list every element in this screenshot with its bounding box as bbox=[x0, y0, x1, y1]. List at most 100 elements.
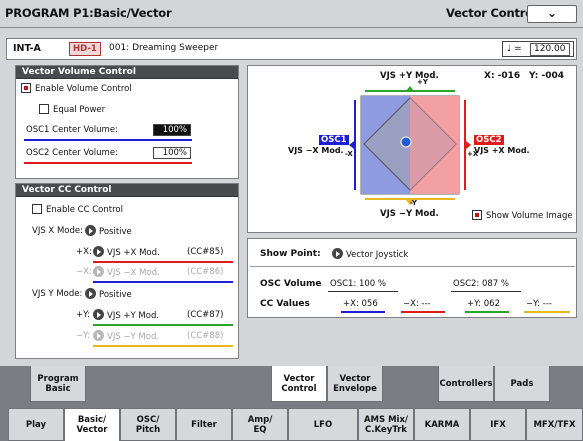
vjs-x-mode-select[interactable]: Positive bbox=[85, 225, 132, 237]
osc2-tag: OSC2 bbox=[474, 135, 504, 145]
vjs-x-mode-label: VJS X Mode: bbox=[32, 226, 83, 236]
x-plus-cc: (CC#85) bbox=[187, 247, 224, 257]
tab-controllers[interactable]: Controllers bbox=[438, 366, 494, 402]
x-plus-select[interactable]: VJS +X Mod. bbox=[93, 246, 160, 258]
divider bbox=[250, 266, 575, 267]
tab-vector-control-line1: Vector bbox=[283, 373, 315, 384]
group-tab-lfo[interactable]: LFO bbox=[288, 408, 358, 441]
page-menu-button[interactable]: ⌄ bbox=[527, 5, 577, 23]
tab-program-basic[interactable]: Program Basic bbox=[30, 366, 86, 402]
enable-volume-checkbox[interactable]: Enable Volume Control bbox=[21, 83, 132, 94]
group-tab-ifx-label: IFX bbox=[490, 419, 506, 430]
osc2-readout-underline bbox=[451, 291, 521, 292]
group-tab-basic-vector[interactable]: Basic/Vector bbox=[64, 408, 120, 441]
group-tab-ams-mix[interactable]: AMS Mix/C.KeyTrk bbox=[358, 408, 414, 441]
y-minus-select[interactable]: VJS −Y Mod. bbox=[93, 330, 159, 342]
vjs-plus-x-label: VJS +X Mod. bbox=[474, 146, 530, 155]
cc-x-minus-readout: −X: --- bbox=[403, 299, 431, 309]
y-minus-cc: (CC#88) bbox=[187, 331, 224, 341]
hd-badge: HD-1 bbox=[69, 42, 101, 56]
y-minus-underline bbox=[93, 345, 233, 347]
group-tab-osc-pitch[interactable]: OSC/Pitch bbox=[120, 408, 176, 441]
tab-pads-label: Pads bbox=[510, 378, 534, 389]
osc2-center-volume-field[interactable]: 100% bbox=[153, 147, 191, 159]
readout-panel: Show Point: Vector Joystick OSC Volume O… bbox=[247, 238, 577, 318]
group-tab-amp-eq[interactable]: Amp/EQ bbox=[232, 408, 288, 441]
tab-controllers-label: Controllers bbox=[439, 378, 493, 389]
chevron-down-icon: ⌄ bbox=[546, 6, 558, 20]
cc-values-label: CC Values bbox=[260, 299, 310, 309]
arrow-left-icon bbox=[349, 141, 354, 149]
group-tab-karma[interactable]: KARMA bbox=[414, 408, 470, 441]
tab-vector-envelope[interactable]: Vector Envelope bbox=[327, 366, 383, 402]
vjs-y-mode-value: Positive bbox=[99, 290, 132, 300]
group-tab-basic-vector-line1: Basic/ bbox=[77, 415, 107, 425]
tab-program-basic-line1: Program bbox=[37, 373, 79, 384]
checkbox-icon bbox=[32, 204, 42, 214]
group-tab-osc-pitch-line1: OSC/ bbox=[136, 414, 160, 425]
y-readout: Y: -004 bbox=[529, 71, 564, 81]
select-arrow-icon bbox=[85, 288, 96, 299]
x-plus-underline bbox=[93, 261, 233, 263]
cc-y-plus-readout: +Y: 062 bbox=[467, 299, 500, 309]
x-plus-label: +X: bbox=[76, 247, 92, 257]
y-plus-value: VJS +Y Mod. bbox=[107, 311, 160, 321]
plus-y-marker: +Y bbox=[417, 78, 428, 86]
group-tab-basic-vector-line2: Vector bbox=[76, 425, 108, 435]
select-arrow-icon bbox=[93, 266, 104, 277]
minus-y-marker: -Y bbox=[410, 199, 417, 207]
group-tab-mfx-tfx[interactable]: MFX/TFX bbox=[526, 408, 583, 441]
tab-vector-control[interactable]: Vector Control bbox=[271, 366, 327, 402]
x-minus-value: VJS −X Mod. bbox=[107, 268, 160, 278]
osc2-volume-readout: OSC2: 087 % bbox=[453, 279, 509, 289]
group-tab-play[interactable]: Play bbox=[8, 408, 64, 441]
select-arrow-icon bbox=[93, 309, 104, 320]
select-arrow-icon bbox=[93, 330, 104, 341]
y-plus-cc: (CC#87) bbox=[187, 310, 224, 320]
osc1-center-volume-field[interactable]: 100% bbox=[153, 124, 191, 136]
equal-power-label: Equal Power bbox=[53, 105, 106, 115]
tab-vector-control-line2: Control bbox=[281, 383, 317, 394]
plus-x-marker: +X bbox=[467, 150, 479, 158]
osc-volume-label: OSC Volume bbox=[260, 279, 322, 289]
arrow-right-icon bbox=[466, 141, 471, 149]
tempo-value[interactable]: 120.00 bbox=[530, 43, 570, 56]
program-select[interactable]: INT-A HD-1 001: Dreaming Sweeper ♩ = 120… bbox=[6, 38, 577, 60]
y-minus-value: VJS −Y Mod. bbox=[107, 332, 160, 342]
group-tab-filter[interactable]: Filter bbox=[176, 408, 232, 441]
show-point-label: Show Point: bbox=[260, 249, 321, 259]
x-minus-select[interactable]: VJS −X Mod. bbox=[93, 266, 160, 278]
equal-power-checkbox[interactable]: Equal Power bbox=[39, 104, 105, 115]
group-tab-karma-label: KARMA bbox=[424, 419, 460, 430]
minus-x-marker: -X bbox=[345, 150, 353, 158]
vjs-y-mode-select[interactable]: Positive bbox=[85, 288, 132, 300]
group-tab-amp-eq-line1: Amp/ bbox=[247, 414, 273, 425]
joystick-point-icon[interactable] bbox=[400, 136, 412, 148]
group-tab-ifx[interactable]: IFX bbox=[470, 408, 526, 441]
select-arrow-icon bbox=[93, 246, 104, 257]
enable-volume-label: Enable Volume Control bbox=[35, 84, 132, 94]
vjs-minus-y-label: VJS −Y Mod. bbox=[380, 209, 439, 219]
show-point-select[interactable]: Vector Joystick bbox=[332, 248, 408, 260]
osc1-center-label: OSC1 Center Volume: bbox=[26, 125, 118, 135]
vector-joystick-graph[interactable] bbox=[345, 80, 475, 210]
checkbox-checked-icon bbox=[472, 210, 482, 220]
vector-cc-panel: Vector CC Control Enable CC Control VJS … bbox=[15, 183, 239, 359]
checkbox-icon bbox=[39, 104, 49, 114]
cc-x-plus-readout: +X: 056 bbox=[343, 299, 378, 309]
vjs-y-mode-label: VJS Y Mode: bbox=[32, 289, 83, 299]
osc1-underline bbox=[24, 139, 192, 141]
tab-vector-envelope-line1: Vector bbox=[339, 373, 371, 384]
y-plus-underline bbox=[93, 324, 233, 326]
tempo-symbol: ♩ = bbox=[507, 44, 522, 54]
select-arrow-icon bbox=[332, 248, 343, 259]
group-tab-mfx-tfx-label: MFX/TFX bbox=[533, 419, 576, 430]
group-tab-amp-eq-line2: EQ bbox=[253, 424, 267, 435]
tab-pads[interactable]: Pads bbox=[494, 366, 550, 402]
x-minus-underline bbox=[93, 281, 233, 283]
show-volume-image-checkbox[interactable]: Show Volume Image bbox=[472, 210, 573, 221]
y-plus-select[interactable]: VJS +Y Mod. bbox=[93, 309, 159, 321]
tab-program-basic-line2: Basic bbox=[45, 383, 71, 394]
enable-cc-checkbox[interactable]: Enable CC Control bbox=[32, 204, 123, 215]
tempo-field[interactable]: ♩ = 120.00 bbox=[502, 41, 574, 57]
